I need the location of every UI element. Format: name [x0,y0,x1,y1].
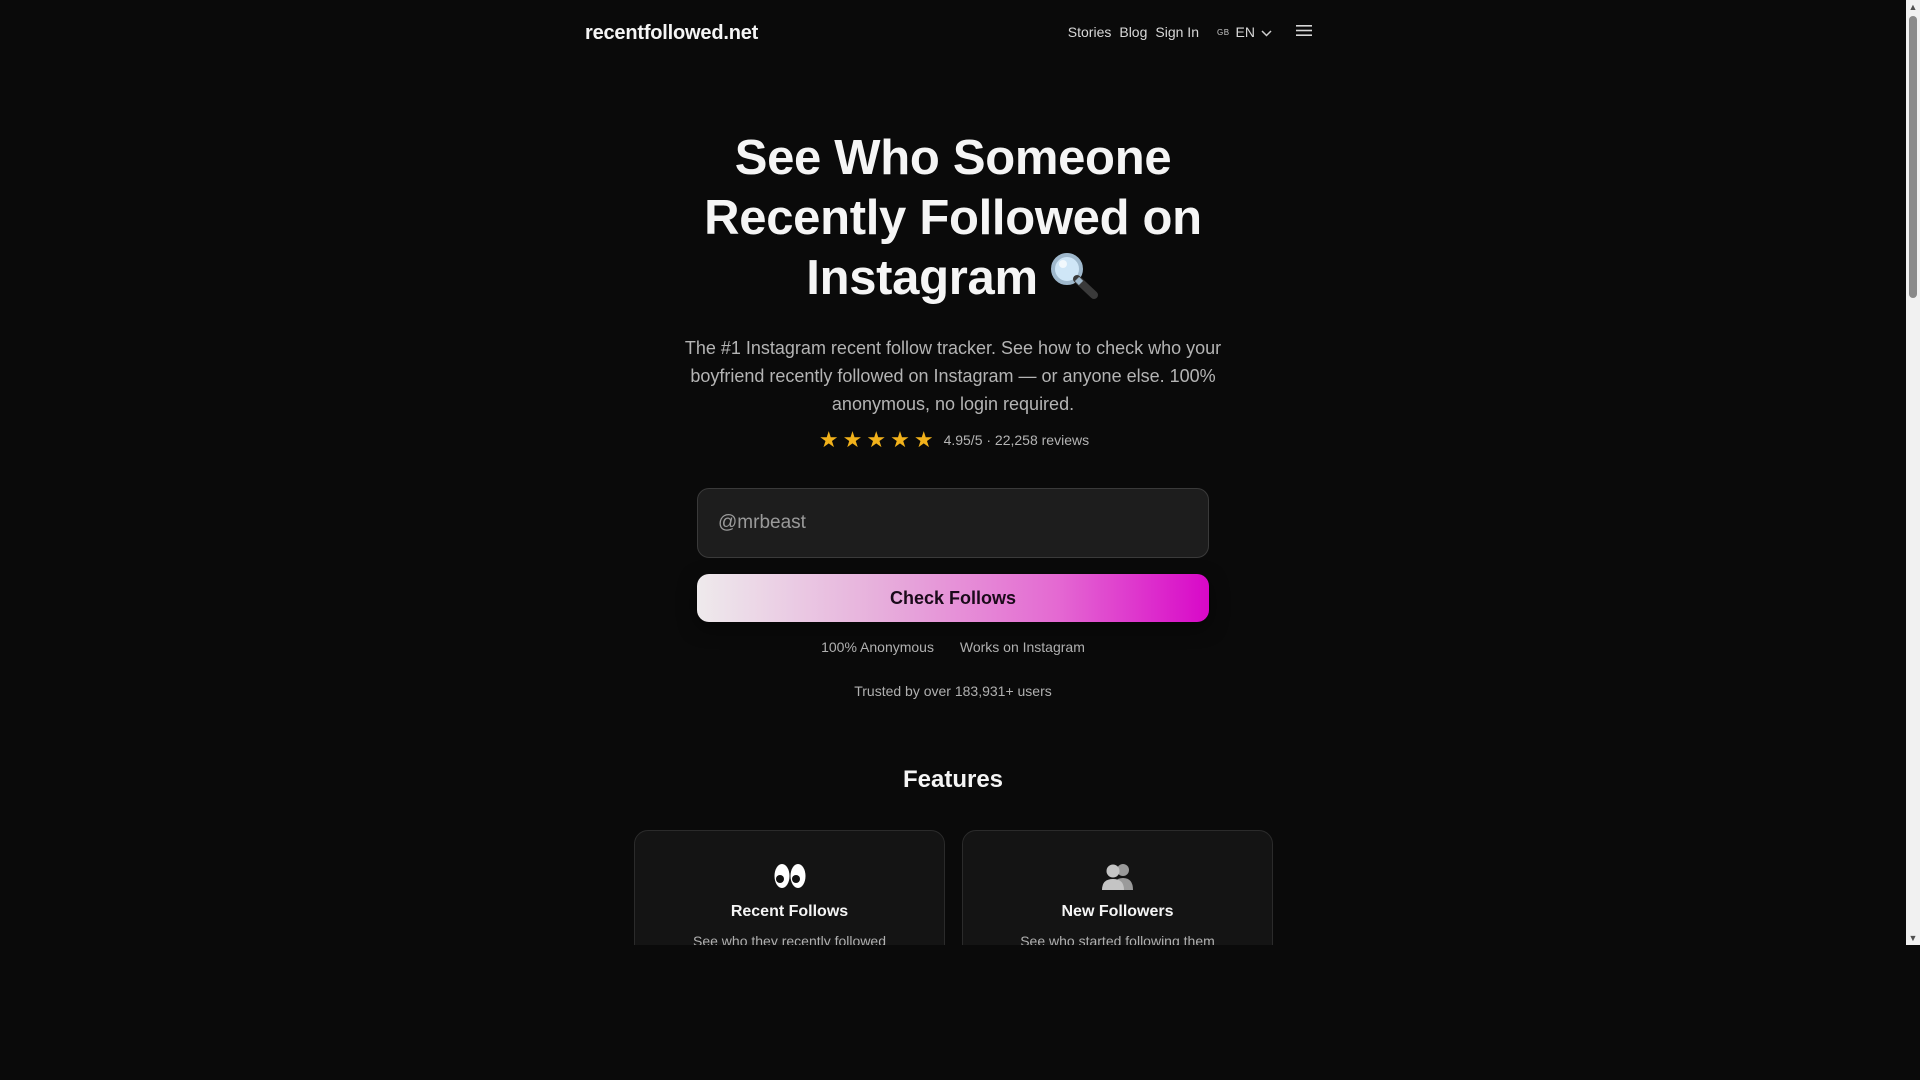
nav-link-blog[interactable]: Blog [1119,24,1147,40]
language-label: EN [1235,24,1255,40]
flag-icon: GB [1216,27,1230,37]
scroll-up-arrow-icon[interactable]: ▲ [1906,0,1920,14]
username-input[interactable] [697,488,1209,558]
language-selector[interactable]: GB EN [1217,24,1272,40]
site-logo[interactable]: recentfollowed.net [585,22,758,45]
hero-title-line-3: Instagram [560,248,1346,314]
chevron-down-icon [1261,24,1272,40]
star-icon: ★ [866,427,887,452]
hero-title: See Who Someone Recently Followed on Ins… [560,128,1346,314]
magnifying-glass-icon [1048,250,1100,314]
site-header: recentfollowed.net Stories Blog Sign In … [585,18,1312,50]
feature-card-title: Recent Follows [730,903,849,920]
feature-card-title: New Followers [1061,903,1174,920]
hero-title-line-1: See Who Someone [734,131,1172,185]
hero-title-line-2: Recently Followed on [704,191,1202,245]
nav-link-stories[interactable]: Stories [1068,24,1112,40]
page-scrollbar[interactable]: ▲ ▼ [1906,0,1920,945]
star-icon: ★ [890,427,910,452]
hero-subtitle: The #1 Instagram recent follow tracker. … [684,338,1222,414]
hamburger-menu-icon[interactable] [1296,24,1312,40]
star-icon: ★ [818,427,839,452]
feature-card-description: See who they recently followed [693,933,886,945]
features-heading: Features [902,766,1004,793]
badge-anonymous: 100% Anonymous [821,639,934,655]
feature-card-recent-follows[interactable]: Recent Follows See who they recently fol… [634,830,945,945]
rating-text: 4.95/5 · 22,258 reviews [943,432,1090,448]
trusted-by-text: Trusted by over 183,931+ users [854,683,1052,699]
nav-link-sign-in[interactable]: Sign In [1155,24,1199,40]
scrollbar-thumb[interactable] [1909,16,1917,298]
page-viewport: recentfollowed.net Stories Blog Sign In … [0,0,1906,945]
hero-section: See Who Someone Recently Followed on Ins… [560,128,1346,418]
blank-area [0,945,1920,1080]
star-icon: ★ [913,427,934,452]
rating-row: ★ ★ ★ ★ ★ 4.95/5 · 22,258 reviews [560,429,1346,451]
feature-card-description: See who started following them [1020,933,1215,945]
top-nav: Stories Blog Sign In GB EN [1060,24,1312,40]
star-icon: ★ [842,427,863,452]
badge-instagram: Works on Instagram [959,639,1085,655]
eyes-icon [773,861,807,896]
trust-badges: 100% Anonymous Works on Instagram [560,639,1346,655]
scroll-down-arrow-icon[interactable]: ▼ [1906,931,1920,945]
check-follows-button[interactable]: Check Follows [697,574,1209,622]
hero-title-line-3-text: Instagram [806,251,1038,305]
people-icon [1101,861,1135,896]
feature-card-new-followers[interactable]: New Followers See who started following … [962,830,1273,945]
